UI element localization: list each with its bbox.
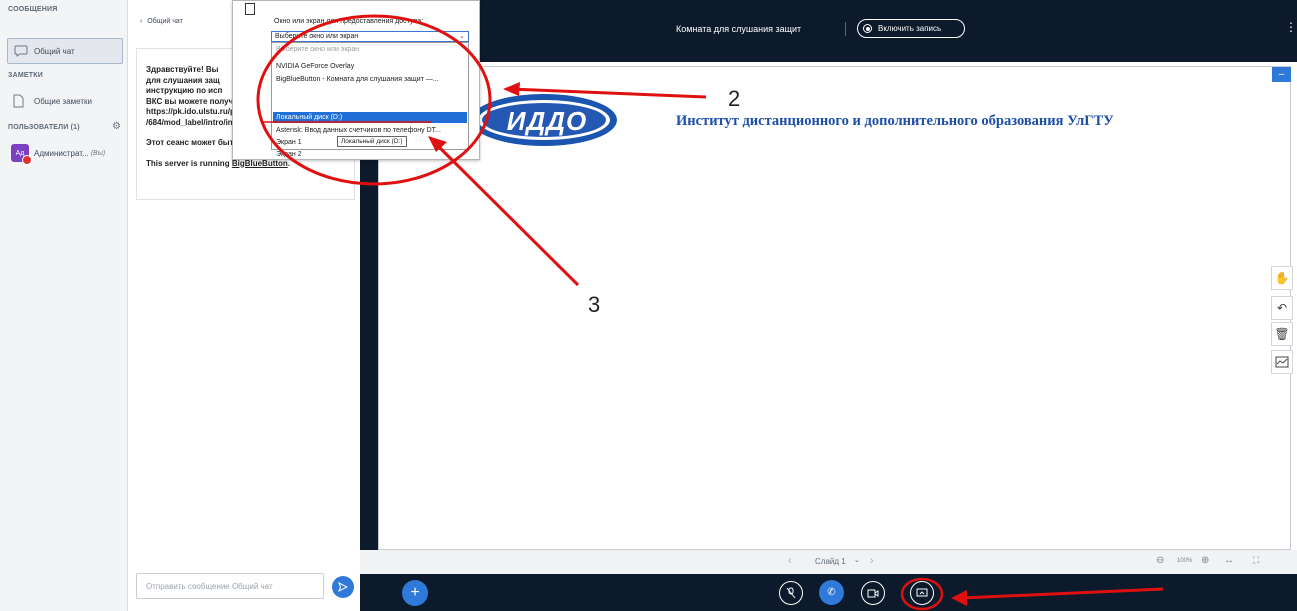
annotation-label-3: 3 xyxy=(588,292,601,317)
annotation-overlay xyxy=(256,14,1164,611)
highlight-ellipse xyxy=(256,14,492,186)
arrow-head-3 xyxy=(428,136,447,152)
annotation-label-2: 2 xyxy=(728,86,741,111)
highlight-share-ellipse xyxy=(900,577,944,611)
arrow-line-3 xyxy=(433,141,580,287)
arrow-line-2 xyxy=(509,87,707,99)
arrow-head-share xyxy=(951,590,967,606)
arrow-head-2 xyxy=(503,82,520,96)
arrow-line-share xyxy=(961,587,1164,600)
